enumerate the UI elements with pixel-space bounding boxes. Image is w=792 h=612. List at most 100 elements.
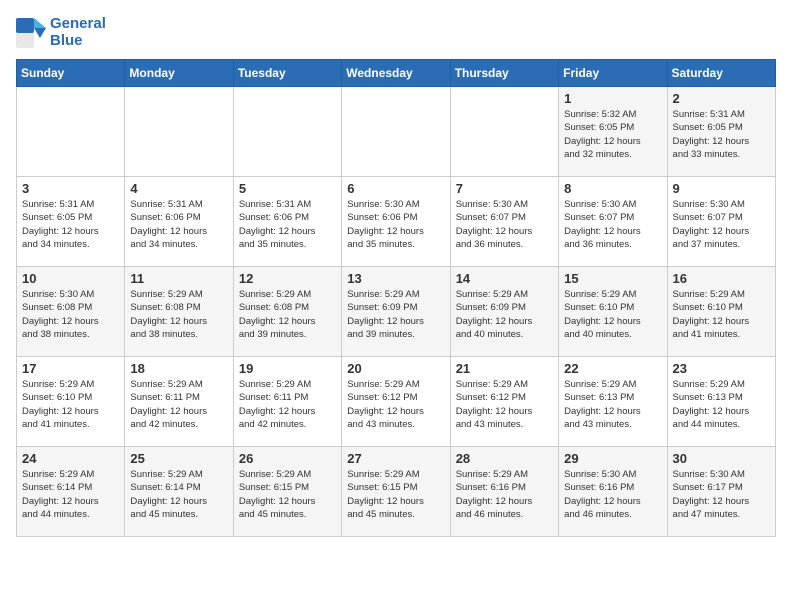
header-cell-tuesday: Tuesday [233,60,341,87]
day-number: 7 [456,181,553,196]
day-number: 6 [347,181,444,196]
day-number: 12 [239,271,336,286]
day-number: 1 [564,91,661,106]
day-cell: 25 Sunrise: 5:29 AM Sunset: 6:14 PM Dayli… [125,447,233,537]
day-cell: 9 Sunrise: 5:30 AM Sunset: 6:07 PM Daylig… [667,177,775,267]
day-number: 3 [22,181,119,196]
day-info: Sunrise: 5:30 AM Sunset: 6:17 PM Dayligh… [673,468,770,521]
day-cell: 3 Sunrise: 5:31 AM Sunset: 6:05 PM Daylig… [17,177,125,267]
day-cell [450,87,558,177]
logo-text-general: General [50,16,106,33]
day-cell: 26 Sunrise: 5:29 AM Sunset: 6:15 PM Dayli… [233,447,341,537]
calendar-table: SundayMondayTuesdayWednesdayThursdayFrid… [16,59,776,537]
day-cell: 17 Sunrise: 5:29 AM Sunset: 6:10 PM Dayli… [17,357,125,447]
day-info: Sunrise: 5:29 AM Sunset: 6:14 PM Dayligh… [130,468,227,521]
day-cell: 28 Sunrise: 5:29 AM Sunset: 6:16 PM Dayli… [450,447,558,537]
day-number: 10 [22,271,119,286]
day-number: 18 [130,361,227,376]
day-number: 17 [22,361,119,376]
day-cell: 8 Sunrise: 5:30 AM Sunset: 6:07 PM Daylig… [559,177,667,267]
day-info: Sunrise: 5:29 AM Sunset: 6:12 PM Dayligh… [456,378,553,431]
day-info: Sunrise: 5:30 AM Sunset: 6:07 PM Dayligh… [564,198,661,251]
day-number: 25 [130,451,227,466]
day-cell [342,87,450,177]
day-cell: 19Sunrise: 5:29 AM Sunset: 6:11 PM Dayli… [233,357,341,447]
day-cell: 27 Sunrise: 5:29 AM Sunset: 6:15 PM Dayli… [342,447,450,537]
day-cell: 21 Sunrise: 5:29 AM Sunset: 6:12 PM Dayli… [450,357,558,447]
day-number: 22 [564,361,661,376]
day-number: 8 [564,181,661,196]
day-info: Sunrise: 5:31 AM Sunset: 6:05 PM Dayligh… [673,108,770,161]
day-number: 4 [130,181,227,196]
day-cell: 6Sunrise: 5:30 AM Sunset: 6:06 PM Daylig… [342,177,450,267]
week-row-5: 24 Sunrise: 5:29 AM Sunset: 6:14 PM Dayli… [17,447,776,537]
header-cell-friday: Friday [559,60,667,87]
day-cell: 30 Sunrise: 5:30 AM Sunset: 6:17 PM Dayli… [667,447,775,537]
day-number: 9 [673,181,770,196]
day-cell: 13 Sunrise: 5:29 AM Sunset: 6:09 PM Dayli… [342,267,450,357]
day-cell [125,87,233,177]
day-info: Sunrise: 5:31 AM Sunset: 6:06 PM Dayligh… [239,198,336,251]
week-row-3: 10 Sunrise: 5:30 AM Sunset: 6:08 PM Dayli… [17,267,776,357]
day-cell: 24 Sunrise: 5:29 AM Sunset: 6:14 PM Dayli… [17,447,125,537]
day-cell: 20Sunrise: 5:29 AM Sunset: 6:12 PM Dayli… [342,357,450,447]
day-cell: 7 Sunrise: 5:30 AM Sunset: 6:07 PM Daylig… [450,177,558,267]
day-cell: 10 Sunrise: 5:30 AM Sunset: 6:08 PM Dayli… [17,267,125,357]
day-number: 24 [22,451,119,466]
day-number: 23 [673,361,770,376]
day-cell: 15Sunrise: 5:29 AM Sunset: 6:10 PM Dayli… [559,267,667,357]
day-info: Sunrise: 5:29 AM Sunset: 6:09 PM Dayligh… [347,288,444,341]
day-cell: 14Sunrise: 5:29 AM Sunset: 6:09 PM Dayli… [450,267,558,357]
day-info: Sunrise: 5:29 AM Sunset: 6:11 PM Dayligh… [239,378,336,431]
week-row-4: 17 Sunrise: 5:29 AM Sunset: 6:10 PM Dayli… [17,357,776,447]
day-cell: 23 Sunrise: 5:29 AM Sunset: 6:13 PM Dayli… [667,357,775,447]
day-cell [233,87,341,177]
day-info: Sunrise: 5:29 AM Sunset: 6:08 PM Dayligh… [130,288,227,341]
day-info: Sunrise: 5:29 AM Sunset: 6:08 PM Dayligh… [239,288,336,341]
logo-text-blue: Blue [50,33,106,50]
day-cell: 11Sunrise: 5:29 AM Sunset: 6:08 PM Dayli… [125,267,233,357]
day-info: Sunrise: 5:29 AM Sunset: 6:14 PM Dayligh… [22,468,119,521]
day-info: Sunrise: 5:30 AM Sunset: 6:07 PM Dayligh… [673,198,770,251]
header-cell-wednesday: Wednesday [342,60,450,87]
header-row: SundayMondayTuesdayWednesdayThursdayFrid… [17,60,776,87]
day-number: 26 [239,451,336,466]
day-info: Sunrise: 5:29 AM Sunset: 6:10 PM Dayligh… [22,378,119,431]
day-info: Sunrise: 5:29 AM Sunset: 6:11 PM Dayligh… [130,378,227,431]
day-info: Sunrise: 5:29 AM Sunset: 6:15 PM Dayligh… [347,468,444,521]
day-info: Sunrise: 5:30 AM Sunset: 6:16 PM Dayligh… [564,468,661,521]
day-number: 14 [456,271,553,286]
logo: General Blue [16,16,106,49]
header: General Blue [16,16,776,49]
day-cell: 5 Sunrise: 5:31 AM Sunset: 6:06 PM Daylig… [233,177,341,267]
day-cell: 29Sunrise: 5:30 AM Sunset: 6:16 PM Dayli… [559,447,667,537]
day-cell: 18 Sunrise: 5:29 AM Sunset: 6:11 PM Dayli… [125,357,233,447]
header-cell-monday: Monday [125,60,233,87]
day-cell: 1 Sunrise: 5:32 AM Sunset: 6:05 PM Daylig… [559,87,667,177]
week-row-1: 1 Sunrise: 5:32 AM Sunset: 6:05 PM Daylig… [17,87,776,177]
calendar-body: 1 Sunrise: 5:32 AM Sunset: 6:05 PM Daylig… [17,87,776,537]
day-info: Sunrise: 5:29 AM Sunset: 6:15 PM Dayligh… [239,468,336,521]
day-number: 27 [347,451,444,466]
day-number: 5 [239,181,336,196]
day-number: 15 [564,271,661,286]
day-number: 30 [673,451,770,466]
day-info: Sunrise: 5:32 AM Sunset: 6:05 PM Dayligh… [564,108,661,161]
day-info: Sunrise: 5:29 AM Sunset: 6:12 PM Dayligh… [347,378,444,431]
day-info: Sunrise: 5:29 AM Sunset: 6:16 PM Dayligh… [456,468,553,521]
day-info: Sunrise: 5:29 AM Sunset: 6:10 PM Dayligh… [673,288,770,341]
day-number: 21 [456,361,553,376]
day-info: Sunrise: 5:29 AM Sunset: 6:13 PM Dayligh… [564,378,661,431]
day-number: 28 [456,451,553,466]
day-info: Sunrise: 5:31 AM Sunset: 6:05 PM Dayligh… [22,198,119,251]
week-row-2: 3 Sunrise: 5:31 AM Sunset: 6:05 PM Daylig… [17,177,776,267]
day-info: Sunrise: 5:30 AM Sunset: 6:08 PM Dayligh… [22,288,119,341]
header-cell-saturday: Saturday [667,60,775,87]
day-number: 2 [673,91,770,106]
day-number: 16 [673,271,770,286]
day-number: 13 [347,271,444,286]
header-cell-sunday: Sunday [17,60,125,87]
day-info: Sunrise: 5:29 AM Sunset: 6:13 PM Dayligh… [673,378,770,431]
day-info: Sunrise: 5:30 AM Sunset: 6:07 PM Dayligh… [456,198,553,251]
day-cell: 22 Sunrise: 5:29 AM Sunset: 6:13 PM Dayli… [559,357,667,447]
